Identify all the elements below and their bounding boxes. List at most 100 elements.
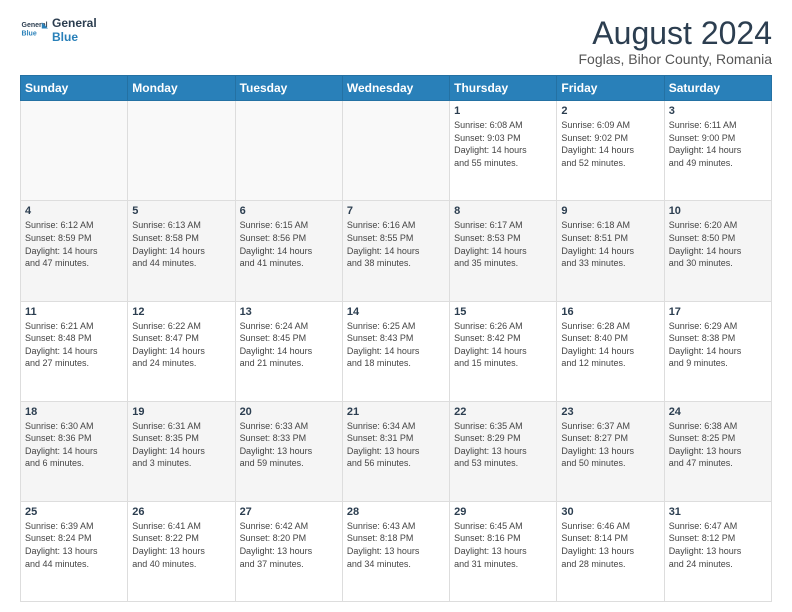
day-number: 25 (25, 506, 123, 518)
day-header-sunday: Sunday (21, 76, 128, 101)
day-header-thursday: Thursday (450, 76, 557, 101)
day-number: 15 (454, 306, 552, 318)
day-info: Sunrise: 6:12 AM Sunset: 8:59 PM Dayligh… (25, 219, 123, 269)
day-number: 5 (132, 205, 230, 217)
day-header-saturday: Saturday (664, 76, 771, 101)
calendar-cell: 16 Sunrise: 6:28 AM Sunset: 8:40 PM Dayli… (557, 301, 664, 401)
day-info: Sunrise: 6:13 AM Sunset: 8:58 PM Dayligh… (132, 219, 230, 269)
calendar-cell: 31 Sunrise: 6:47 AM Sunset: 8:12 PM Dayli… (664, 501, 771, 601)
calendar-cell: 15 Sunrise: 6:26 AM Sunset: 8:42 PM Dayli… (450, 301, 557, 401)
calendar-week-1: 1 Sunrise: 6:08 AM Sunset: 9:03 PM Daylig… (21, 101, 772, 201)
day-header-tuesday: Tuesday (235, 76, 342, 101)
calendar-cell (128, 101, 235, 201)
day-number: 13 (240, 306, 338, 318)
logo-line2: Blue (52, 30, 97, 44)
day-info: Sunrise: 6:34 AM Sunset: 8:31 PM Dayligh… (347, 420, 445, 470)
calendar-cell (342, 101, 449, 201)
day-info: Sunrise: 6:20 AM Sunset: 8:50 PM Dayligh… (669, 219, 767, 269)
day-info: Sunrise: 6:33 AM Sunset: 8:33 PM Dayligh… (240, 420, 338, 470)
day-info: Sunrise: 6:45 AM Sunset: 8:16 PM Dayligh… (454, 520, 552, 570)
day-info: Sunrise: 6:25 AM Sunset: 8:43 PM Dayligh… (347, 320, 445, 370)
day-number: 26 (132, 506, 230, 518)
calendar-cell: 13 Sunrise: 6:24 AM Sunset: 8:45 PM Dayli… (235, 301, 342, 401)
day-info: Sunrise: 6:35 AM Sunset: 8:29 PM Dayligh… (454, 420, 552, 470)
calendar-cell: 10Sunrise: 6:20 AM Sunset: 8:50 PM Dayli… (664, 201, 771, 301)
day-info: Sunrise: 6:11 AM Sunset: 9:00 PM Dayligh… (669, 119, 767, 169)
day-number: 7 (347, 205, 445, 217)
day-number: 31 (669, 506, 767, 518)
day-number: 17 (669, 306, 767, 318)
day-info: Sunrise: 6:24 AM Sunset: 8:45 PM Dayligh… (240, 320, 338, 370)
calendar-cell: 5 Sunrise: 6:13 AM Sunset: 8:58 PM Daylig… (128, 201, 235, 301)
day-info: Sunrise: 6:42 AM Sunset: 8:20 PM Dayligh… (240, 520, 338, 570)
calendar-cell: 24Sunrise: 6:38 AM Sunset: 8:25 PM Dayli… (664, 401, 771, 501)
day-info: Sunrise: 6:29 AM Sunset: 8:38 PM Dayligh… (669, 320, 767, 370)
day-info: Sunrise: 6:21 AM Sunset: 8:48 PM Dayligh… (25, 320, 123, 370)
day-number: 21 (347, 406, 445, 418)
day-number: 30 (561, 506, 659, 518)
day-info: Sunrise: 6:37 AM Sunset: 8:27 PM Dayligh… (561, 420, 659, 470)
calendar-cell: 8Sunrise: 6:17 AM Sunset: 8:53 PM Daylig… (450, 201, 557, 301)
calendar-week-5: 25Sunrise: 6:39 AM Sunset: 8:24 PM Dayli… (21, 501, 772, 601)
day-number: 16 (561, 306, 659, 318)
day-info: Sunrise: 6:47 AM Sunset: 8:12 PM Dayligh… (669, 520, 767, 570)
calendar-cell (235, 101, 342, 201)
day-number: 28 (347, 506, 445, 518)
calendar-cell: 3 Sunrise: 6:11 AM Sunset: 9:00 PM Daylig… (664, 101, 771, 201)
calendar-cell: 6Sunrise: 6:15 AM Sunset: 8:56 PM Daylig… (235, 201, 342, 301)
day-header-friday: Friday (557, 76, 664, 101)
day-number: 1 (454, 105, 552, 117)
calendar-cell: 20Sunrise: 6:33 AM Sunset: 8:33 PM Dayli… (235, 401, 342, 501)
calendar-cell: 9 Sunrise: 6:18 AM Sunset: 8:51 PM Daylig… (557, 201, 664, 301)
calendar-week-4: 18Sunrise: 6:30 AM Sunset: 8:36 PM Dayli… (21, 401, 772, 501)
day-info: Sunrise: 6:08 AM Sunset: 9:03 PM Dayligh… (454, 119, 552, 169)
day-info: Sunrise: 6:16 AM Sunset: 8:55 PM Dayligh… (347, 219, 445, 269)
sub-title: Foglas, Bihor County, Romania (579, 51, 773, 67)
calendar-cell: 17 Sunrise: 6:29 AM Sunset: 8:38 PM Dayli… (664, 301, 771, 401)
calendar-cell: 27 Sunrise: 6:42 AM Sunset: 8:20 PM Dayli… (235, 501, 342, 601)
calendar-table: SundayMondayTuesdayWednesdayThursdayFrid… (20, 75, 772, 602)
day-header-monday: Monday (128, 76, 235, 101)
svg-text:Blue: Blue (22, 31, 37, 38)
calendar-cell: 26Sunrise: 6:41 AM Sunset: 8:22 PM Dayli… (128, 501, 235, 601)
calendar-cell: 30 Sunrise: 6:46 AM Sunset: 8:14 PM Dayli… (557, 501, 664, 601)
day-number: 23 (561, 406, 659, 418)
calendar-cell: 4Sunrise: 6:12 AM Sunset: 8:59 PM Daylig… (21, 201, 128, 301)
calendar-cell: 1 Sunrise: 6:08 AM Sunset: 9:03 PM Daylig… (450, 101, 557, 201)
calendar-header-row: SundayMondayTuesdayWednesdayThursdayFrid… (21, 76, 772, 101)
day-header-wednesday: Wednesday (342, 76, 449, 101)
logo: General Blue General Blue (20, 16, 97, 45)
calendar-cell (21, 101, 128, 201)
calendar-cell: 29 Sunrise: 6:45 AM Sunset: 8:16 PM Dayli… (450, 501, 557, 601)
day-number: 22 (454, 406, 552, 418)
header: General Blue General Blue August 2024 Fo… (20, 16, 772, 67)
day-info: Sunrise: 6:28 AM Sunset: 8:40 PM Dayligh… (561, 320, 659, 370)
day-number: 18 (25, 406, 123, 418)
day-number: 12 (132, 306, 230, 318)
day-info: Sunrise: 6:22 AM Sunset: 8:47 PM Dayligh… (132, 320, 230, 370)
day-number: 3 (669, 105, 767, 117)
calendar-cell: 22 Sunrise: 6:35 AM Sunset: 8:29 PM Dayli… (450, 401, 557, 501)
main-title: August 2024 (579, 16, 773, 51)
calendar-cell: 11Sunrise: 6:21 AM Sunset: 8:48 PM Dayli… (21, 301, 128, 401)
day-number: 19 (132, 406, 230, 418)
calendar-week-2: 4Sunrise: 6:12 AM Sunset: 8:59 PM Daylig… (21, 201, 772, 301)
day-number: 27 (240, 506, 338, 518)
day-number: 6 (240, 205, 338, 217)
day-number: 9 (561, 205, 659, 217)
calendar-cell: 21 Sunrise: 6:34 AM Sunset: 8:31 PM Dayli… (342, 401, 449, 501)
day-info: Sunrise: 6:18 AM Sunset: 8:51 PM Dayligh… (561, 219, 659, 269)
page: General Blue General Blue August 2024 Fo… (0, 0, 792, 612)
calendar-cell: 2Sunrise: 6:09 AM Sunset: 9:02 PM Daylig… (557, 101, 664, 201)
calendar-cell: 28 Sunrise: 6:43 AM Sunset: 8:18 PM Dayli… (342, 501, 449, 601)
calendar-cell: 23 Sunrise: 6:37 AM Sunset: 8:27 PM Dayli… (557, 401, 664, 501)
day-info: Sunrise: 6:43 AM Sunset: 8:18 PM Dayligh… (347, 520, 445, 570)
calendar-cell: 12 Sunrise: 6:22 AM Sunset: 8:47 PM Dayli… (128, 301, 235, 401)
day-info: Sunrise: 6:31 AM Sunset: 8:35 PM Dayligh… (132, 420, 230, 470)
day-number: 29 (454, 506, 552, 518)
calendar-cell: 7 Sunrise: 6:16 AM Sunset: 8:55 PM Daylig… (342, 201, 449, 301)
day-info: Sunrise: 6:17 AM Sunset: 8:53 PM Dayligh… (454, 219, 552, 269)
day-info: Sunrise: 6:46 AM Sunset: 8:14 PM Dayligh… (561, 520, 659, 570)
logo-line1: General (52, 16, 97, 30)
day-info: Sunrise: 6:26 AM Sunset: 8:42 PM Dayligh… (454, 320, 552, 370)
